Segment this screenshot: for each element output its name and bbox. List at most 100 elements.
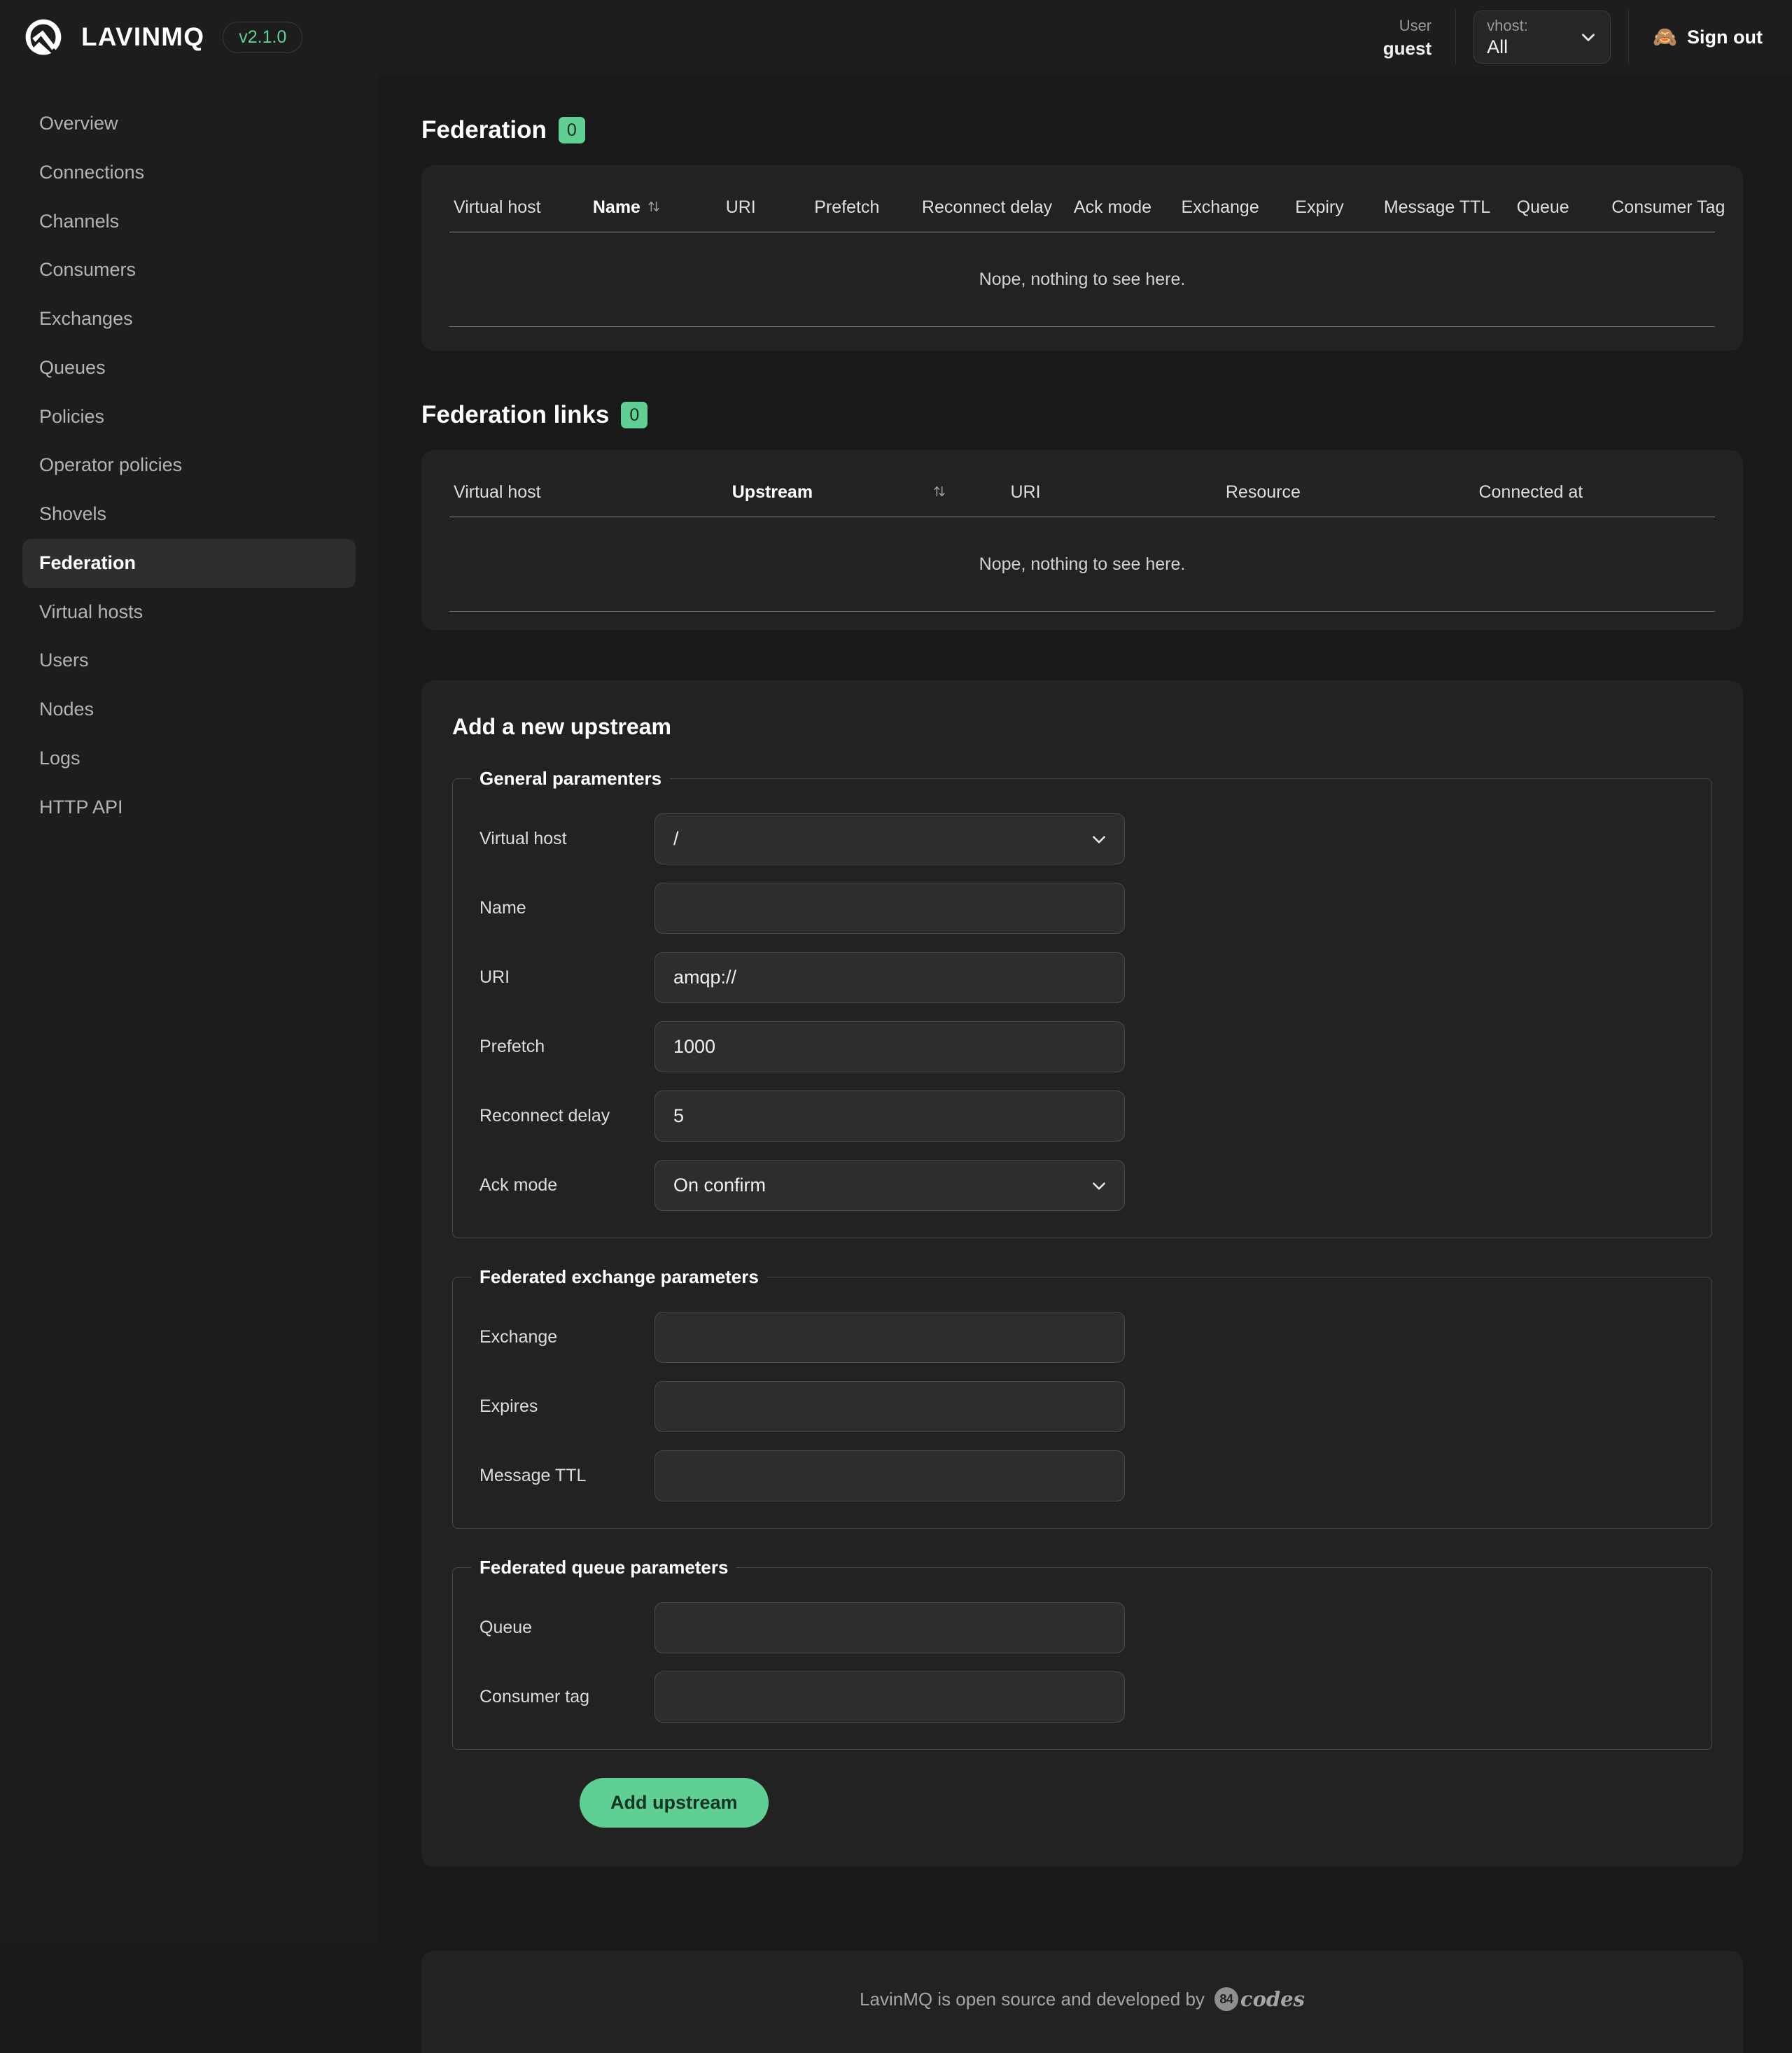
prefetch-input[interactable] bbox=[654, 1021, 1125, 1072]
col-name-label: Name bbox=[592, 197, 640, 217]
sidebar-item-http-api[interactable]: HTTP API bbox=[22, 783, 356, 832]
app-body: Overview Connections Channels Consumers … bbox=[0, 74, 1792, 1951]
col-name[interactable]: Name bbox=[588, 189, 722, 232]
federation-links-table: Virtual host Upstream URI Resource Conne… bbox=[449, 474, 1715, 612]
virtual-host-select[interactable] bbox=[654, 813, 1125, 864]
table-row: Nope, nothing to see here. bbox=[449, 517, 1715, 612]
user-label: User bbox=[1399, 16, 1432, 34]
sidebar-item-federation[interactable]: Federation bbox=[22, 538, 356, 588]
expires-label: Expires bbox=[479, 1396, 538, 1416]
federated-queue-legend: Federated queue parameters bbox=[479, 1557, 729, 1578]
submit-row: Add upstream bbox=[452, 1778, 1712, 1828]
app-header: LAVINMQ v2.1.0 User guest vhost: All 🙈 S… bbox=[0, 0, 1792, 74]
brand-name: LAVINMQ bbox=[81, 22, 205, 51]
page-title: Federation bbox=[421, 116, 547, 143]
sidebar-item-connections[interactable]: Connections bbox=[22, 148, 356, 197]
col-reconnect-delay[interactable]: Reconnect delay bbox=[917, 189, 1070, 232]
sidebar-item-virtual-hosts[interactable]: Virtual hosts bbox=[22, 588, 356, 637]
federation-links-count-badge: 0 bbox=[621, 402, 648, 428]
sidebar-item-overview[interactable]: Overview bbox=[22, 99, 356, 148]
user-name: guest bbox=[1382, 37, 1432, 59]
sidebar-nav: Overview Connections Channels Consumers … bbox=[0, 74, 378, 1943]
sidebar-item-channels[interactable]: Channels bbox=[22, 197, 356, 246]
col-queue[interactable]: Queue bbox=[1512, 189, 1608, 232]
exchange-input[interactable] bbox=[654, 1312, 1125, 1363]
current-user: User guest bbox=[1382, 10, 1457, 64]
sidebar-item-exchanges[interactable]: Exchanges bbox=[22, 295, 356, 344]
field-exchange: Exchange bbox=[465, 1312, 1679, 1363]
links-col-upstream[interactable]: Upstream bbox=[727, 474, 1007, 517]
header-right-group: User guest vhost: All 🙈 Sign out bbox=[1383, 0, 1763, 74]
col-uri[interactable]: URI bbox=[721, 189, 811, 232]
ack-mode-label: Ack mode bbox=[479, 1175, 558, 1195]
federation-links-header-row: Virtual host Upstream URI Resource Conne… bbox=[449, 474, 1715, 517]
field-prefetch: Prefetch bbox=[465, 1021, 1679, 1072]
sidebar-item-shovels[interactable]: Shovels bbox=[22, 490, 356, 539]
federated-exchange-legend: Federated exchange parameters bbox=[479, 1266, 759, 1287]
name-label: Name bbox=[479, 898, 526, 918]
sidebar-item-policies[interactable]: Policies bbox=[22, 393, 356, 442]
field-reconnect-delay: Reconnect delay bbox=[465, 1091, 1679, 1142]
field-uri: URI bbox=[465, 952, 1679, 1003]
brand[interactable]: LAVINMQ v2.1.0 bbox=[24, 17, 303, 57]
name-input[interactable] bbox=[654, 883, 1125, 934]
virtual-host-select-wrap bbox=[654, 813, 1125, 864]
ack-mode-select-wrap bbox=[654, 1160, 1125, 1211]
federated-queue-parameters-fieldset: Federated queue parameters Queue Consume… bbox=[452, 1557, 1712, 1750]
84codes-logo[interactable]: 84 codes bbox=[1214, 1987, 1305, 2011]
federation-table: Virtual host Name URI Prefetch Reconnect… bbox=[449, 189, 1725, 327]
links-col-virtual-host[interactable]: Virtual host bbox=[449, 474, 728, 517]
uri-label: URI bbox=[479, 967, 510, 987]
field-expires: Expires bbox=[465, 1381, 1679, 1432]
links-col-resource[interactable]: Resource bbox=[1221, 474, 1475, 517]
lavinmq-logo-icon bbox=[25, 19, 62, 55]
reconnect-delay-input[interactable] bbox=[654, 1091, 1125, 1142]
see-no-evil-monkey-icon: 🙈 bbox=[1653, 26, 1678, 48]
federation-links-table-card: Virtual host Upstream URI Resource Conne… bbox=[421, 450, 1743, 630]
federation-links-title: Federation links bbox=[421, 401, 610, 428]
chevron-down-icon bbox=[1582, 34, 1595, 41]
sidebar-item-queues[interactable]: Queues bbox=[22, 344, 356, 393]
field-consumer-tag: Consumer tag bbox=[465, 1672, 1679, 1723]
sidebar-item-nodes[interactable]: Nodes bbox=[22, 685, 356, 734]
field-queue: Queue bbox=[465, 1602, 1679, 1653]
federation-empty-message: Nope, nothing to see here. bbox=[449, 232, 1715, 327]
message-ttl-input[interactable] bbox=[654, 1450, 1125, 1501]
vhost-selector[interactable]: vhost: All bbox=[1474, 10, 1611, 64]
add-upstream-button[interactable]: Add upstream bbox=[580, 1778, 769, 1828]
col-prefetch[interactable]: Prefetch bbox=[810, 189, 918, 232]
col-ack-mode[interactable]: Ack mode bbox=[1069, 189, 1177, 232]
queue-label: Queue bbox=[479, 1618, 533, 1637]
federated-exchange-parameters-fieldset: Federated exchange parameters Exchange E… bbox=[452, 1266, 1712, 1529]
col-message-ttl[interactable]: Message TTL bbox=[1379, 189, 1513, 232]
header-divider bbox=[1628, 10, 1630, 64]
col-virtual-host[interactable]: Virtual host bbox=[449, 189, 589, 232]
col-expiry[interactable]: Expiry bbox=[1291, 189, 1380, 232]
codes-wordmark: codes bbox=[1240, 1987, 1305, 2011]
field-name: Name bbox=[465, 883, 1679, 934]
queue-input[interactable] bbox=[654, 1602, 1125, 1653]
col-exchange[interactable]: Exchange bbox=[1177, 189, 1292, 232]
links-col-connected-at[interactable]: Connected at bbox=[1474, 474, 1715, 517]
sign-out-button[interactable]: 🙈 Sign out bbox=[1653, 27, 1763, 48]
federation-table-header-row: Virtual host Name URI Prefetch Reconnect… bbox=[449, 189, 1725, 232]
ack-mode-select[interactable] bbox=[654, 1160, 1125, 1211]
links-col-upstream-label: Upstream bbox=[732, 482, 813, 502]
links-col-uri[interactable]: URI bbox=[1006, 474, 1222, 517]
reconnect-delay-label: Reconnect delay bbox=[479, 1106, 610, 1126]
84-badge-icon: 84 bbox=[1214, 1987, 1238, 2011]
uri-input[interactable] bbox=[654, 952, 1125, 1003]
sidebar-item-consumers[interactable]: Consumers bbox=[22, 246, 356, 295]
expires-input[interactable] bbox=[654, 1381, 1125, 1432]
prefetch-label: Prefetch bbox=[479, 1037, 545, 1056]
sidebar-item-operator-policies[interactable]: Operator policies bbox=[22, 441, 356, 490]
col-consumer-tag[interactable]: Consumer Tag bbox=[1607, 189, 1725, 232]
consumer-tag-input[interactable] bbox=[654, 1672, 1125, 1723]
sidebar-item-logs[interactable]: Logs bbox=[22, 734, 356, 783]
version-badge: v2.1.0 bbox=[223, 21, 303, 53]
federation-count-badge: 0 bbox=[558, 117, 585, 143]
field-message-ttl: Message TTL bbox=[465, 1450, 1679, 1501]
virtual-host-label: Virtual host bbox=[479, 829, 567, 848]
sidebar-item-users[interactable]: Users bbox=[22, 636, 356, 685]
federation-table-card: Virtual host Name URI Prefetch Reconnect… bbox=[421, 165, 1743, 351]
